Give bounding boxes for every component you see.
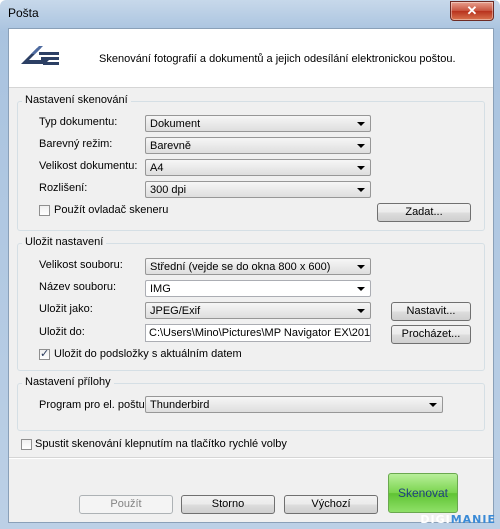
subfolder-label: Uložit do podsložky s aktuálním datem: [54, 348, 242, 360]
header-description: Skenování fotografií a dokumentů a jejic…: [99, 53, 456, 65]
save-as-value: JPEG/Exif: [150, 305, 201, 317]
document-size-value: A4: [150, 162, 164, 174]
document-size-select[interactable]: A4: [145, 159, 371, 176]
close-button[interactable]: ✕: [450, 1, 494, 21]
scan-settings-title: Nastavení skenování: [22, 94, 131, 106]
chevron-down-icon: [357, 166, 365, 170]
chevron-down-icon: [357, 144, 365, 148]
specify-button[interactable]: Zadat...: [377, 203, 471, 222]
save-in-path-field[interactable]: C:\Users\Mino\Pictures\MP Navigator EX\2…: [145, 324, 371, 342]
save-as-select[interactable]: JPEG/Exif: [145, 302, 371, 319]
chevron-down-icon: [429, 403, 437, 407]
file-name-combobox[interactable]: IMG: [145, 280, 371, 297]
resolution-label: Rozlišení:: [39, 182, 88, 194]
email-program-select[interactable]: Thunderbird: [145, 396, 443, 413]
email-program-value: Thunderbird: [150, 399, 210, 411]
attachment-settings-title: Nastavení přílohy: [22, 376, 114, 388]
quick-start-checkbox[interactable]: [21, 439, 32, 450]
use-driver-label: Použít ovladač skeneru: [54, 204, 169, 216]
save-settings-title: Uložit nastavení: [22, 236, 107, 248]
document-type-value: Dokument: [150, 118, 201, 130]
quick-start-label: Spustit skenování klepnutím na tlačítko …: [35, 438, 287, 450]
footer-separator: [9, 457, 493, 459]
use-driver-checkbox[interactable]: [39, 205, 50, 216]
chevron-down-icon: [357, 265, 365, 269]
apply-button[interactable]: Použít: [79, 495, 173, 514]
dialog-body: Skenování fotografií a dokumentů a jejic…: [8, 28, 494, 523]
chevron-down-icon: [357, 309, 365, 313]
set-button[interactable]: Nastavit...: [391, 302, 471, 321]
save-as-label: Uložit jako:: [39, 303, 93, 315]
window-title: Pošta: [8, 6, 39, 20]
file-size-value: Střední (vejde se do okna 800 x 600): [150, 261, 331, 273]
color-mode-select[interactable]: Barevně: [145, 137, 371, 154]
document-type-label: Typ dokumentu:: [39, 116, 118, 128]
defaults-button[interactable]: Výchozí: [284, 495, 378, 514]
color-mode-value: Barevně: [150, 140, 191, 152]
watermark: DIGIMANIE: [420, 513, 496, 526]
resolution-select[interactable]: 300 dpi: [145, 181, 371, 198]
watermark-part1: DIGI: [420, 513, 451, 526]
document-type-select[interactable]: Dokument: [145, 115, 371, 132]
color-mode-label: Barevný režim:: [39, 138, 113, 150]
file-size-label: Velikost souboru:: [39, 259, 123, 271]
title-bar: Pošta ✕: [0, 0, 500, 26]
mail-scanner-logo-icon: [21, 46, 59, 65]
watermark-part2: MANIE: [450, 513, 496, 526]
file-name-label: Název souboru:: [39, 281, 117, 293]
email-program-label: Program pro el. poštu:: [39, 399, 148, 411]
header-panel: Skenování fotografií a dokumentů a jejic…: [9, 29, 493, 88]
window-frame: Pošta ✕ Skenování fotografií a dokumentů…: [0, 0, 500, 529]
chevron-down-icon: [357, 287, 365, 291]
resolution-value: 300 dpi: [150, 184, 187, 196]
file-size-select[interactable]: Střední (vejde se do okna 800 x 600): [145, 258, 371, 275]
chevron-down-icon: [357, 122, 365, 126]
chevron-down-icon: [357, 188, 365, 192]
save-in-label: Uložit do:: [39, 326, 85, 338]
cancel-button[interactable]: Storno: [181, 495, 275, 514]
browse-button[interactable]: Procházet...: [391, 325, 471, 344]
document-size-label: Velikost dokumentu:: [39, 160, 138, 172]
scan-button[interactable]: Skenovat: [388, 473, 458, 513]
subfolder-checkbox[interactable]: [39, 347, 50, 360]
file-name-value: IMG: [150, 283, 171, 295]
save-in-path-value: C:\Users\Mino\Pictures\MP Navigator EX\2…: [149, 327, 370, 339]
